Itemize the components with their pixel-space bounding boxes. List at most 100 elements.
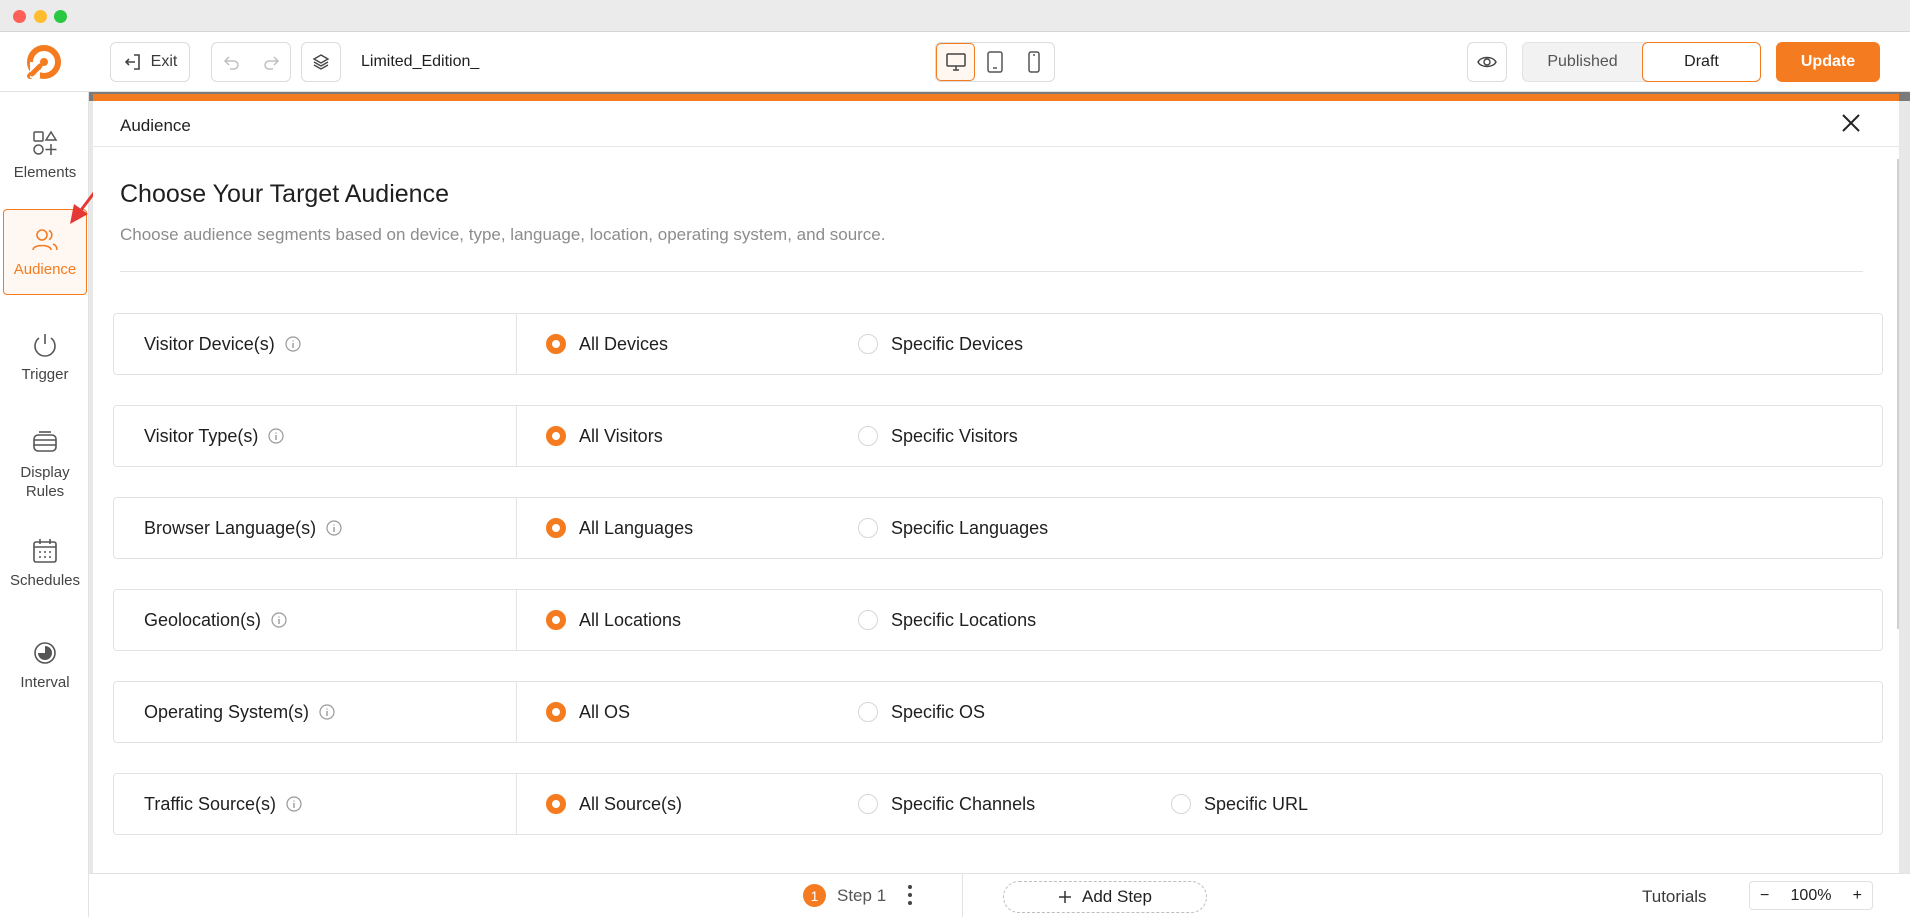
radio-label: All Visitors [579, 425, 663, 446]
plus-icon [1059, 891, 1072, 903]
radio-button[interactable] [546, 334, 566, 354]
panel-header: Audience [93, 101, 1899, 147]
device-preview-switcher [935, 42, 1055, 82]
radio-option[interactable]: Specific Channels [858, 774, 1035, 834]
layers-button[interactable] [301, 42, 341, 82]
step-label[interactable]: Step 1 [837, 886, 886, 906]
row-label-cell: Browser Language(s) [114, 498, 517, 558]
divider [120, 271, 1863, 272]
published-option[interactable]: Published [1523, 43, 1642, 81]
info-icon[interactable] [271, 612, 287, 628]
tutorials-link[interactable]: Tutorials [1642, 887, 1707, 907]
draft-option[interactable]: Draft [1642, 42, 1761, 82]
maximize-window-icon[interactable] [54, 10, 67, 23]
radio-button[interactable] [858, 426, 878, 446]
sidebar-item-label: Trigger [21, 365, 69, 383]
radio-option[interactable]: All Devices [546, 314, 668, 374]
display-rules-icon [33, 431, 57, 452]
minimize-window-icon[interactable] [34, 10, 47, 23]
radio-button[interactable] [546, 426, 566, 446]
add-step-button[interactable]: Add Step [1003, 881, 1207, 913]
interval-icon [34, 641, 56, 664]
row-label: Operating System(s) [144, 701, 310, 722]
radio-option[interactable]: All OS [546, 682, 630, 742]
step-number-badge[interactable]: 1 [803, 884, 826, 907]
radio-option[interactable]: All Source(s) [546, 774, 682, 834]
radio-label: All Languages [579, 517, 694, 538]
row-label-cell: Operating System(s) [114, 682, 517, 742]
sidebar-item-schedules[interactable]: Schedules [3, 520, 87, 606]
info-icon[interactable] [326, 520, 342, 536]
row-label: Visitor Device(s) [144, 333, 275, 354]
tablet-view-button[interactable] [975, 43, 1014, 81]
audience-row-visitor-devices: Visitor Device(s) All Devices Specific D… [113, 313, 1883, 375]
radio-button[interactable] [546, 610, 566, 630]
row-label-cell: Geolocation(s) [114, 590, 517, 650]
preview-button[interactable] [1467, 42, 1507, 82]
page-title: Choose Your Target Audience [120, 180, 449, 208]
radio-button[interactable] [858, 518, 878, 538]
radio-label: Specific URL [1204, 793, 1309, 814]
info-icon[interactable] [285, 336, 301, 352]
sidebar-item-label: Schedules [9, 571, 81, 589]
radio-label: All Source(s) [579, 793, 683, 814]
panel-scrollbar[interactable] [1897, 159, 1899, 629]
radio-label: Specific Languages [891, 517, 1049, 538]
radio-label: Specific OS [891, 701, 986, 722]
audience-row-visitor-types: Visitor Type(s) All Visitors Specific Vi… [113, 405, 1883, 467]
radio-label: Specific Visitors [891, 425, 1018, 446]
info-icon[interactable] [268, 428, 284, 444]
radio-button[interactable] [1171, 794, 1191, 814]
undo-button[interactable] [212, 43, 251, 81]
bottom-bar: 1 Step 1 Add Step Tutorials − 100% + [89, 873, 1910, 917]
audience-row-geolocations: Geolocation(s) All Locations Specific Lo… [113, 589, 1883, 651]
power-icon [34, 333, 56, 357]
document-title[interactable]: Limited_Edition_ [361, 53, 479, 71]
info-icon[interactable] [286, 796, 302, 812]
radio-option[interactable]: Specific Languages [858, 498, 1048, 558]
row-label: Browser Language(s) [144, 517, 317, 538]
shapes-icon [33, 130, 58, 155]
radio-option[interactable]: Specific OS [858, 682, 985, 742]
sidebar-item-label: Audience [13, 260, 77, 278]
update-button[interactable]: Update [1776, 42, 1880, 82]
radio-button[interactable] [858, 610, 878, 630]
add-step-label: Add Step [1082, 887, 1152, 906]
desktop-view-button[interactable] [936, 43, 976, 81]
zoom-control: − 100% + [1749, 881, 1873, 910]
info-icon[interactable] [319, 704, 335, 720]
redo-button[interactable] [251, 43, 290, 81]
more-options-icon[interactable] [906, 882, 914, 908]
zoom-out-button[interactable]: − [1760, 887, 1769, 905]
app-logo-icon[interactable] [24, 42, 64, 82]
radio-option[interactable]: All Locations [546, 590, 681, 650]
sidebar-item-label: Interval [20, 673, 70, 691]
radio-option[interactable]: Specific Locations [858, 590, 1036, 650]
sidebar-item-display-rules[interactable]: Display Rules [3, 417, 87, 513]
undo-redo-group [211, 42, 291, 82]
close-icon[interactable] [1840, 112, 1862, 134]
radio-button[interactable] [858, 702, 878, 722]
sidebar-item-interval[interactable]: Interval [3, 622, 87, 708]
radio-label: Specific Devices [891, 333, 1024, 354]
exit-button[interactable]: Exit [110, 42, 190, 82]
radio-option[interactable]: Specific URL [1171, 774, 1308, 834]
radio-option[interactable]: Specific Visitors [858, 406, 1018, 466]
close-window-icon[interactable] [13, 10, 26, 23]
radio-option[interactable]: All Languages [546, 498, 693, 558]
radio-option[interactable]: All Visitors [546, 406, 663, 466]
redo-icon [263, 56, 279, 70]
row-label-cell: Visitor Type(s) [114, 406, 517, 466]
mobile-view-button[interactable] [1015, 43, 1054, 81]
row-label: Visitor Type(s) [144, 425, 259, 446]
sidebar-item-trigger[interactable]: Trigger [3, 314, 87, 400]
radio-option[interactable]: Specific Devices [858, 314, 1023, 374]
audience-row-browser-languages: Browser Language(s) All Languages Specif… [113, 497, 1883, 559]
radio-button[interactable] [546, 702, 566, 722]
radio-button[interactable] [546, 518, 566, 538]
radio-label: All Locations [579, 609, 682, 630]
radio-button[interactable] [858, 334, 878, 354]
zoom-in-button[interactable]: + [1853, 887, 1862, 905]
radio-button[interactable] [546, 794, 566, 814]
radio-button[interactable] [858, 794, 878, 814]
